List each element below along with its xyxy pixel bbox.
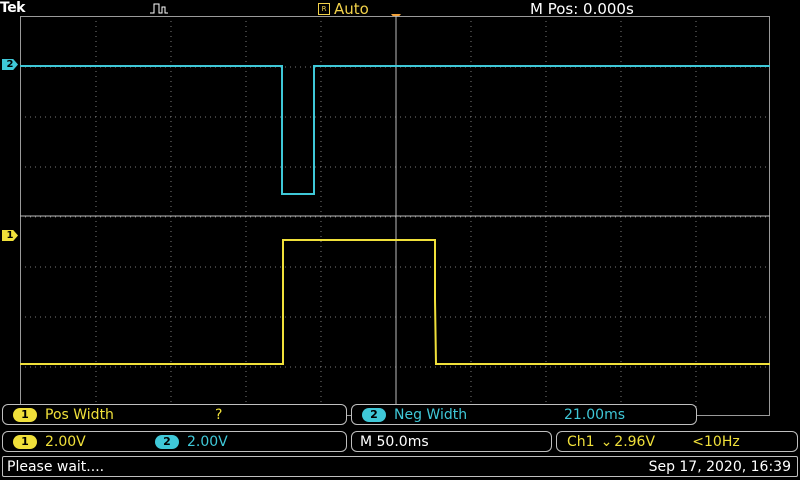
waveform-display [20, 16, 770, 416]
trigger-source: Ch1 [567, 433, 595, 450]
measurement-1-label: Pos Width [45, 406, 114, 423]
trigger-panel[interactable]: Ch1 ⌄ 2.96V <10Hz [556, 431, 798, 452]
ch1-chip: 1 [13, 434, 37, 449]
trigger-slope-icon: ⌄ [600, 433, 613, 450]
measurement-2[interactable]: 2 Neg Width 21.00ms [351, 404, 697, 425]
measurement-1-value: ? [215, 406, 223, 423]
graticule [20, 16, 770, 416]
measurement-2-label: Neg Width [394, 406, 468, 423]
ch1-scale: 2.00V [45, 433, 86, 450]
timebase-panel[interactable]: M 50.0ms [351, 431, 552, 452]
ch2-scale: 2.00V [187, 433, 228, 450]
brand-logo: Tek [0, 0, 26, 16]
ch1-chip: 1 [13, 407, 37, 422]
measurement-1[interactable]: 1 Pos Width ? [2, 404, 347, 425]
ch2-chip: 2 [155, 434, 179, 449]
ch1-ground-marker[interactable]: 1 [2, 230, 18, 241]
ch2-ground-marker[interactable]: 2 [2, 59, 18, 70]
status-message: Please wait.... [7, 458, 105, 475]
status-datetime: Sep 17, 2020, 16:39 [648, 458, 791, 475]
trigger-frequency: <10Hz [692, 433, 740, 450]
trigger-state-icon: R [318, 3, 330, 15]
square-pulse-icon [150, 3, 168, 14]
vertical-scale-panel[interactable]: 1 2.00V 2 2.00V [2, 431, 347, 452]
status-bar: Please wait.... Sep 17, 2020, 16:39 [2, 456, 798, 477]
measurement-2-value: 21.00ms [564, 406, 626, 423]
timebase-value: M 50.0ms [360, 433, 429, 450]
trigger-level: 2.96V [614, 433, 656, 450]
ch2-chip: 2 [362, 407, 386, 422]
